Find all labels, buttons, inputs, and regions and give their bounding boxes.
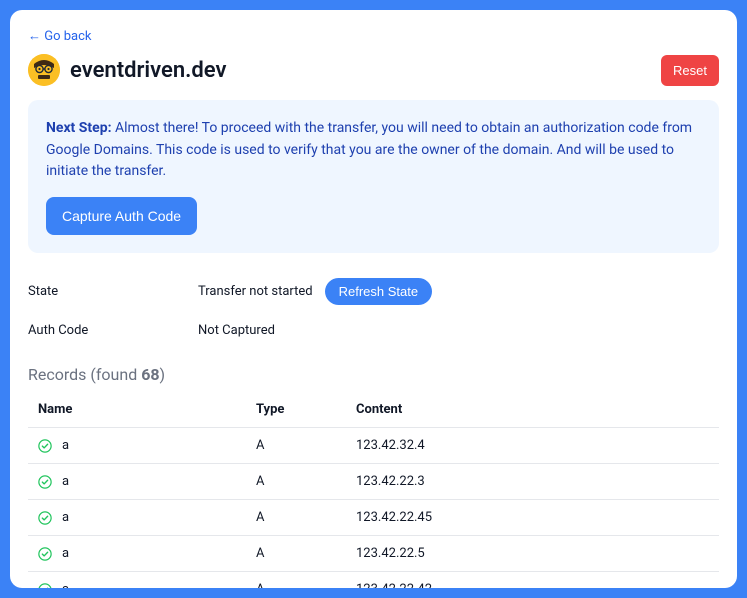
check-circle-icon <box>38 547 52 561</box>
table-header-row: Name Type Content <box>28 392 719 428</box>
cell-content: 123.42.22.42 <box>348 572 719 588</box>
avatar-icon <box>28 54 60 86</box>
table-row: a A123.42.22.5 <box>28 536 719 572</box>
auth-code-row: Auth Code Not Captured <box>28 314 719 347</box>
next-step-body: Almost there! To proceed with the transf… <box>46 120 692 179</box>
check-circle-icon <box>38 583 52 588</box>
auth-code-label: Auth Code <box>28 323 198 338</box>
check-circle-icon <box>38 439 52 453</box>
next-step-label: Next Step: <box>46 120 112 136</box>
record-name: a <box>62 438 69 453</box>
next-step-box: Next Step: Almost there! To proceed with… <box>28 100 719 253</box>
records-table-wrap[interactable]: Name Type Content aA123.42.32.4aA123.42.… <box>28 392 719 588</box>
record-name: a <box>62 546 69 561</box>
page-title: eventdriven.dev <box>70 58 226 83</box>
capture-auth-code-button[interactable]: Capture Auth Code <box>46 197 197 235</box>
cell-type: A <box>248 428 348 464</box>
cell-type: A <box>248 572 348 588</box>
col-header-name: Name <box>28 392 248 428</box>
records-prefix: Records (found <box>28 365 141 384</box>
info-grid: State Transfer not started Refresh State… <box>28 269 719 347</box>
check-circle-icon <box>38 511 52 525</box>
records-count: 68 <box>141 365 159 384</box>
table-row: a A123.42.22.3 <box>28 464 719 500</box>
record-name: a <box>62 582 69 588</box>
cell-content: 123.42.32.4 <box>348 428 719 464</box>
main-card: ← Go back eventdriven.dev Reset Next S <box>10 10 737 588</box>
cell-type: A <box>248 500 348 536</box>
cell-name: a <box>28 464 248 500</box>
go-back-link[interactable]: ← Go back <box>28 28 91 44</box>
auth-code-value: Not Captured <box>198 323 275 338</box>
cell-type: A <box>248 536 348 572</box>
cell-type: A <box>248 464 348 500</box>
records-suffix: ) <box>160 365 166 384</box>
cell-content: 123.42.22.3 <box>348 464 719 500</box>
record-name: a <box>62 474 69 489</box>
header-row: eventdriven.dev Reset <box>28 54 719 86</box>
avatar <box>28 54 60 86</box>
records-header: Records (found 68) <box>28 365 719 384</box>
table-row: a A123.42.22.42 <box>28 572 719 588</box>
record-name: a <box>62 510 69 525</box>
state-row: State Transfer not started Refresh State <box>28 269 719 314</box>
table-row: a A123.42.32.4 <box>28 428 719 464</box>
table-row: a A123.42.22.45 <box>28 500 719 536</box>
cell-name: a <box>28 572 248 588</box>
header-left: eventdriven.dev <box>28 54 226 86</box>
refresh-state-button[interactable]: Refresh State <box>325 278 433 305</box>
col-header-type: Type <box>248 392 348 428</box>
records-table: Name Type Content aA123.42.32.4aA123.42.… <box>28 392 719 588</box>
cell-content: 123.42.22.45 <box>348 500 719 536</box>
cell-content: 123.42.22.5 <box>348 536 719 572</box>
reset-button[interactable]: Reset <box>661 55 719 86</box>
check-circle-icon <box>38 475 52 489</box>
cell-name: a <box>28 428 248 464</box>
col-header-content: Content <box>348 392 719 428</box>
state-value: Transfer not started <box>198 284 313 299</box>
state-label: State <box>28 284 198 299</box>
next-step-text: Next Step: Almost there! To proceed with… <box>46 118 701 183</box>
cell-name: a <box>28 536 248 572</box>
cell-name: a <box>28 500 248 536</box>
